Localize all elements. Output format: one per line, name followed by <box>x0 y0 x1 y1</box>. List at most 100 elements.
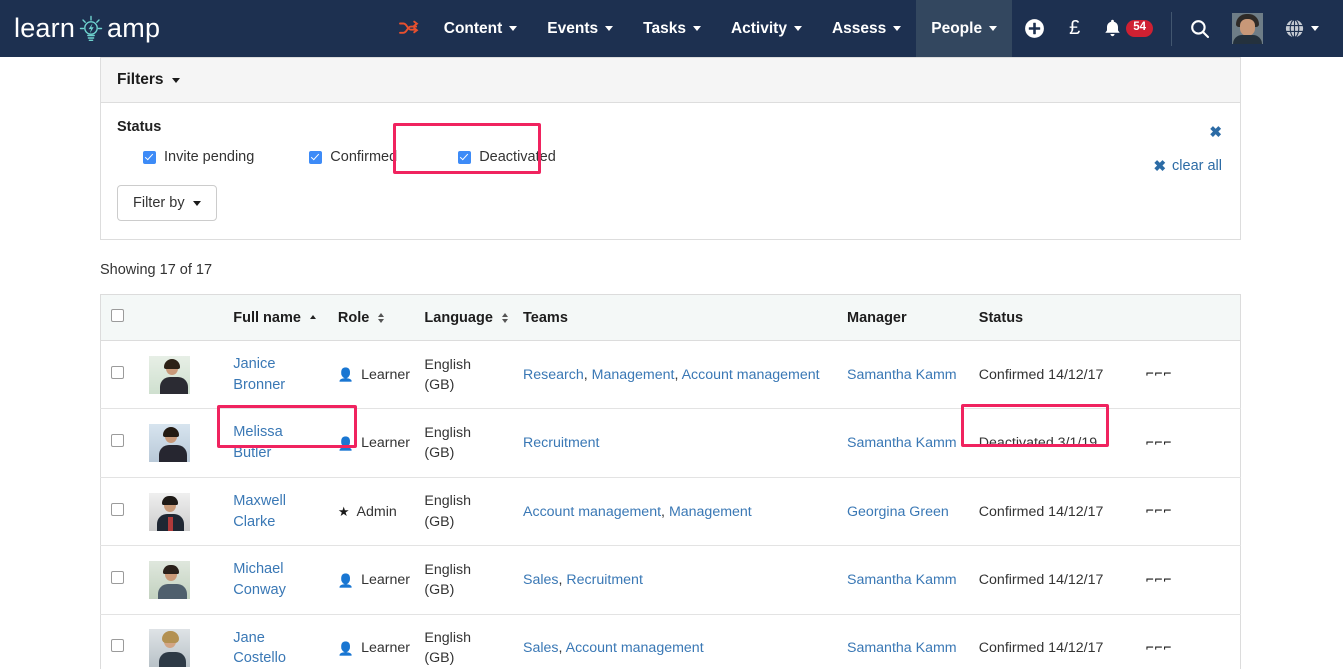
checkbox-icon[interactable] <box>143 150 156 164</box>
row-actions-cell[interactable]: ⌐⌐⌐ <box>1135 408 1241 478</box>
column-header-role[interactable]: Role <box>327 294 415 341</box>
person-link[interactable]: Jane Costello <box>233 630 286 667</box>
column-header-language[interactable]: Language <box>414 294 514 341</box>
row-action-icons[interactable]: ⌐⌐⌐ <box>1146 641 1172 656</box>
column-header-actions <box>1135 294 1241 341</box>
row-status-cell: Confirmed 14/12/17 <box>968 477 1136 547</box>
brand-name-right: amp <box>107 13 161 43</box>
manager-link[interactable]: Samantha Kamm <box>847 640 957 656</box>
search-icon[interactable] <box>1178 0 1222 57</box>
team-link[interactable]: Recruitment <box>566 572 642 588</box>
row-checkbox[interactable] <box>111 570 124 584</box>
row-checkbox[interactable] <box>111 502 124 516</box>
person-link[interactable]: Michael Conway <box>233 561 286 598</box>
row-checkbox[interactable] <box>111 639 124 653</box>
row-actions-cell[interactable]: ⌐⌐⌐ <box>1135 614 1241 669</box>
manager-link[interactable]: Samantha Kamm <box>847 435 957 451</box>
column-header-full-name[interactable]: Full name <box>223 294 328 341</box>
filters-panel-header[interactable]: Filters <box>101 58 1240 103</box>
role-label: Admin <box>356 503 397 520</box>
row-teams-cell: Research, Management, Account management <box>513 340 837 410</box>
checkbox-icon[interactable] <box>458 150 472 164</box>
person-icon: 👤 <box>337 435 355 451</box>
person-link[interactable]: Maxwell Clarke <box>233 493 286 530</box>
row-status-cell: Deactivated 3/1/19 <box>960 404 1136 478</box>
row-action-icons[interactable]: ⌐⌐⌐ <box>1146 504 1172 519</box>
checkbox-icon[interactable] <box>309 150 323 164</box>
team-link[interactable]: Sales <box>523 640 559 656</box>
row-action-icons[interactable]: ⌐⌐⌐ <box>1146 367 1172 382</box>
chevron-down-icon <box>1311 26 1319 31</box>
row-checkbox[interactable] <box>111 365 124 379</box>
manager-link[interactable]: Georgina Green <box>847 504 949 520</box>
plus-circle-icon[interactable] <box>1012 0 1057 57</box>
row-role-cell: ★ Admin <box>327 477 415 547</box>
table-row: Janice Bronner 👤 Learner English (GB) Res… <box>100 340 1241 410</box>
globe-icon[interactable] <box>1273 0 1331 57</box>
status-text: Deactivated 3/1/19 <box>978 435 1098 452</box>
row-actions-cell[interactable]: ⌐⌐⌐ <box>1135 477 1241 547</box>
nav-item-activity[interactable]: Activity <box>716 0 817 57</box>
team-link[interactable]: Research <box>523 367 584 383</box>
column-label: Full name <box>233 309 301 326</box>
currency-pound-icon[interactable]: £ <box>1057 0 1092 57</box>
role-label: Learner <box>361 640 410 657</box>
nav-item-content[interactable]: Content <box>429 0 533 57</box>
shuffle-icon[interactable] <box>393 0 429 57</box>
avatar <box>148 561 190 600</box>
row-checkbox[interactable] <box>111 434 124 448</box>
notification-badge: 54 <box>1126 20 1153 37</box>
manager-link[interactable]: Samantha Kamm <box>847 367 957 383</box>
team-link[interactable]: Account management <box>566 640 704 656</box>
filters-panel-body: Status Invite pending Confirmed Deactiva… <box>101 103 1240 239</box>
nav-item-tasks[interactable]: Tasks <box>628 0 716 57</box>
filters-actions: ✖ ✖ clear all <box>1153 123 1222 175</box>
checkbox-confirmed[interactable]: Confirmed <box>309 149 397 165</box>
team-link[interactable]: Recruitment <box>523 435 599 451</box>
row-manager-cell: Georgina Green <box>837 477 969 547</box>
clear-all-button[interactable]: ✖ clear all <box>1153 157 1222 175</box>
nav-label: Events <box>547 19 599 37</box>
avatar <box>148 355 190 394</box>
sort-ascending-icon <box>309 314 317 321</box>
team-link[interactable]: Account management <box>523 504 661 520</box>
row-avatar-cell <box>138 477 224 547</box>
brand-logo[interactable]: learn amp <box>0 0 174 57</box>
nav-item-people[interactable]: People <box>916 0 1013 57</box>
row-actions-cell[interactable]: ⌐⌐⌐ <box>1135 545 1241 615</box>
row-actions-cell[interactable]: ⌐⌐⌐ <box>1135 340 1241 410</box>
nav-item-events[interactable]: Events <box>532 0 628 57</box>
chevron-down-icon <box>793 26 802 31</box>
row-name-cell: Maxwell Clarke <box>223 477 328 547</box>
nav-utility-group: £ 54 <box>1012 0 1343 57</box>
nav-label: Activity <box>730 19 787 37</box>
status-checkbox-row: Invite pending Confirmed Deactivated <box>117 149 1224 165</box>
checkbox-invite-pending[interactable]: Invite pending <box>143 149 254 165</box>
column-header-status: Status <box>968 294 1136 341</box>
person-link[interactable]: Janice Bronner <box>233 356 285 393</box>
team-link[interactable]: Management <box>592 367 675 383</box>
chevron-down-icon <box>692 26 701 31</box>
column-label: Manager <box>847 309 907 326</box>
row-action-icons[interactable]: ⌐⌐⌐ <box>1146 573 1172 588</box>
table-header-row: Full name Role Language Teams Manager St… <box>100 294 1241 341</box>
filter-by-button[interactable]: Filter by <box>117 185 217 221</box>
person-link[interactable]: Melissa Butler <box>233 424 282 461</box>
notifications-bell[interactable]: 54 <box>1092 0 1165 57</box>
team-link[interactable]: Management <box>669 504 752 520</box>
checkbox-deactivated[interactable]: Deactivated <box>458 149 556 165</box>
row-action-icons[interactable]: ⌐⌐⌐ <box>1146 436 1172 451</box>
nav-item-assess[interactable]: Assess <box>817 0 916 57</box>
manager-link[interactable]: Samantha Kamm <box>847 572 957 588</box>
close-icon[interactable]: ✖ <box>1209 123 1222 141</box>
team-link[interactable]: Sales <box>523 572 559 588</box>
team-link[interactable]: Account management <box>682 367 820 383</box>
role-label: Learner <box>361 571 410 588</box>
row-status-cell: Confirmed 14/12/17 <box>968 340 1136 410</box>
avatar[interactable] <box>1232 13 1263 44</box>
row-select-cell <box>100 408 139 478</box>
row-role-cell: 👤 Learner <box>327 340 415 410</box>
select-all-checkbox[interactable] <box>111 309 124 322</box>
row-name-cell: Michael Conway <box>223 545 328 615</box>
row-teams-cell: Account management, Management <box>513 477 837 547</box>
